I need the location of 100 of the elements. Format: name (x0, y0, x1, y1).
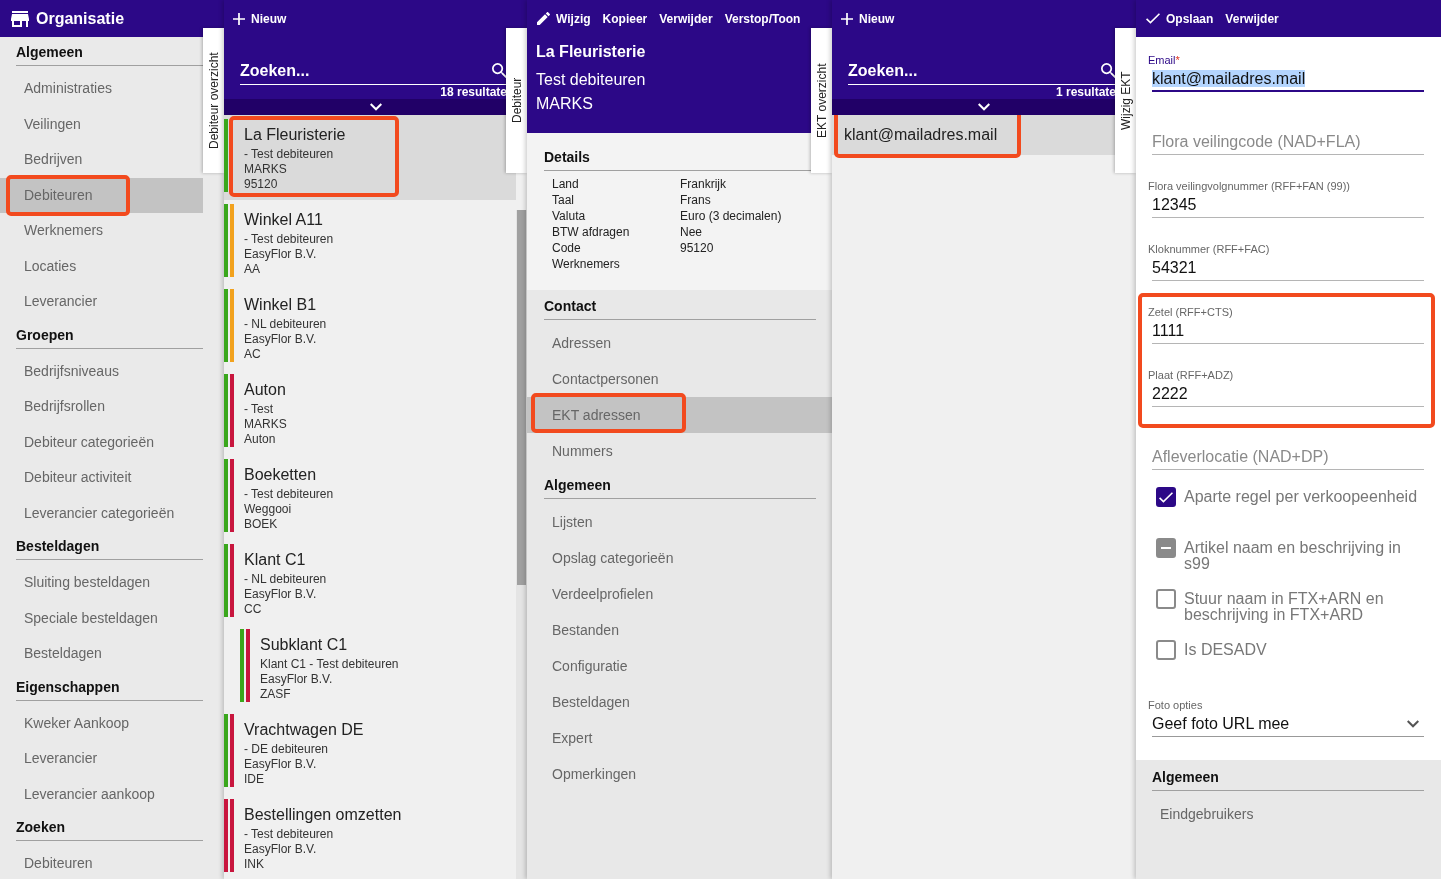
menu-item[interactable]: Configuratie (527, 648, 832, 684)
debtor-row[interactable]: Boeketten - Test debiteuren Weggooi BOEK (224, 455, 516, 540)
chevron-down-icon[interactable] (369, 103, 382, 111)
list-item[interactable]: klant@mailadres.mail (832, 115, 1115, 155)
debtor-row[interactable]: Winkel A11 - Test debiteuren EasyFlor B.V. AA (224, 200, 516, 285)
chevron-down-icon (1407, 720, 1419, 728)
toolbar-button[interactable]: Wijzig (537, 10, 591, 27)
debtor-detail: AA (244, 262, 260, 277)
input-field[interactable]: 54321 (1152, 256, 1424, 281)
debtor-detail: ZASF (260, 687, 291, 702)
scrollbar-thumb[interactable] (517, 210, 526, 585)
checkbox[interactable] (1156, 487, 1176, 507)
search-field[interactable]: Zoeken... (240, 57, 488, 84)
debtor-name: Vrachtwagen DE (244, 720, 364, 740)
search-field[interactable]: Zoeken... (848, 57, 1097, 84)
section-heading: Zoeken (16, 814, 203, 841)
nav-item[interactable]: Kweker Aankoop (0, 705, 203, 741)
checkbox[interactable] (1156, 640, 1176, 660)
menu-item[interactable]: Lijsten (527, 504, 832, 540)
nav-item[interactable]: Besteldagen (0, 636, 203, 672)
nav-item[interactable]: Speciale besteldagen (0, 600, 203, 636)
debtor-row[interactable]: Subklant C1 Klant C1 - Test debiteuren EasyFlor B.V. ZASF (224, 625, 516, 710)
debtor-row[interactable]: Klant C1 - NL debiteuren EasyFlor B.V. CC (224, 540, 516, 625)
menu-item[interactable]: Adressen (527, 325, 832, 361)
menu-item[interactable]: Bestanden (527, 612, 832, 648)
toolbar-button[interactable]: Kopieer (602, 10, 648, 27)
record-title: La Fleuristerie (536, 42, 646, 62)
debtor-detail: EasyFlor B.V. (244, 842, 317, 857)
select-field[interactable]: Geef foto URL mee (1152, 712, 1424, 737)
menu-item[interactable]: Nummers (527, 433, 832, 469)
toolbar-button[interactable]: Nieuw (841, 10, 895, 27)
scrollbar[interactable] (516, 210, 527, 879)
debtor-row[interactable]: Winkel B1 - NL debiteuren EasyFlor B.V. AC (224, 285, 516, 370)
input-field[interactable]: klant@mailadres.mail (1152, 67, 1424, 92)
checkbox[interactable] (1156, 538, 1176, 558)
menu-item[interactable]: Expert (527, 720, 832, 756)
checkbox-label: Artikel naam en beschrijving in s99 (1184, 538, 1402, 572)
debtor-detail: AC (244, 347, 261, 362)
input-field[interactable]: 1111 (1152, 319, 1424, 344)
menu-item[interactable]: Opmerkingen (527, 756, 832, 792)
plus-icon (233, 12, 245, 25)
debtor-row[interactable]: Bestellingen omzetten - Test debiteuren EasyFlor B.V. INK (224, 795, 516, 879)
debtor-row[interactable]: Auton - Test MARKS Auton (224, 370, 516, 455)
side-tab[interactable]: Debiteur overzicht (203, 28, 224, 173)
toolbar-button[interactable]: Verwijder (659, 10, 713, 27)
debtor-detail: MARKS (244, 162, 287, 177)
debtor-name: Bestellingen omzetten (244, 805, 402, 825)
checkbox-label: Aparte regel per verkoopeenheid (1184, 487, 1418, 505)
field-label: Plaat (RFF+ADZ) (1148, 368, 1234, 382)
debtor-row[interactable]: Vrachtwagen DE - DE debiteuren EasyFlor B.V. IDE (224, 710, 516, 795)
field-label: Kloknummer (RFF+FAC) (1148, 242, 1270, 256)
check-icon (1159, 491, 1173, 503)
nav-item[interactable]: Leverancier (0, 741, 203, 777)
input-field[interactable]: 12345 (1152, 193, 1424, 218)
menu-item[interactable]: Verdeelprofielen (527, 576, 832, 612)
nav-item[interactable]: Debiteur activiteit (0, 460, 203, 496)
nav-item[interactable]: Debiteuren (0, 177, 203, 213)
nav-item[interactable]: Werknemers (0, 213, 203, 249)
toolbar-button[interactable]: Verstop/Toon (724, 10, 801, 27)
debtor-detail: CC (244, 602, 262, 617)
nav-item[interactable]: Leverancier (0, 284, 203, 320)
menu-item[interactable]: Opslag categorieën (527, 540, 832, 576)
checkbox[interactable] (1156, 589, 1176, 609)
nav-item[interactable]: Leverancier categorieën (0, 495, 203, 531)
chevron-down-icon[interactable] (978, 103, 990, 111)
debtor-detail: - Test debiteuren (244, 487, 334, 502)
menu-item[interactable]: EKT adressen (527, 397, 832, 433)
result-count: 1 resultate (1055, 85, 1116, 99)
nav-item[interactable]: Leverancier aankoop (0, 776, 203, 812)
menu-item[interactable]: Contactpersonen (527, 361, 832, 397)
nav-item[interactable]: Veilingen (0, 106, 203, 142)
debtor-name: Winkel A11 (244, 210, 323, 230)
toolbar-button[interactable]: Verwijder (1225, 10, 1279, 27)
menu-item[interactable]: Besteldagen (527, 684, 832, 720)
detail-value: Frankrijk (680, 176, 726, 192)
debtor-name: Klant C1 (244, 550, 306, 570)
input-field[interactable]: Afleverlocatie (NAD+DP) (1152, 445, 1424, 470)
nav-item[interactable]: Bedrijfsniveaus (0, 353, 203, 389)
nav-item[interactable]: Administraties (0, 71, 203, 107)
search-icon[interactable] (492, 63, 507, 78)
nav-item[interactable]: Debiteuren (0, 846, 203, 879)
nav-item[interactable]: Sluiting besteldagen (0, 565, 203, 601)
debtor-detail: Klant C1 - Test debiteuren (260, 657, 399, 672)
debtor-detail: - Test debiteuren (244, 232, 334, 247)
input-field[interactable]: Flora veilingcode (NAD+FLA) (1152, 130, 1424, 155)
nav-item[interactable]: Debiteur categorieën (0, 424, 203, 460)
nav-item[interactable]: Bedrijfsrollen (0, 389, 203, 425)
menu-item[interactable]: Eindgebruikers (1136, 796, 1441, 832)
input-field[interactable]: 2222 (1152, 382, 1424, 407)
side-tab[interactable]: Debiteur (506, 28, 527, 173)
side-tab[interactable]: EKT overzicht (811, 28, 832, 173)
debtor-name: Winkel B1 (244, 295, 317, 315)
search-icon[interactable] (1101, 63, 1116, 78)
toolbar-button[interactable]: Opslaan (1146, 10, 1214, 27)
side-tab[interactable]: Wijzig EKT (1115, 28, 1136, 173)
record-subtitle: MARKS (536, 94, 593, 114)
debtor-detail: Auton (244, 432, 276, 447)
nav-item[interactable]: Bedrijven (0, 142, 203, 178)
nav-item[interactable]: Locaties (0, 248, 203, 284)
toolbar-button[interactable]: Nieuw (233, 10, 287, 27)
